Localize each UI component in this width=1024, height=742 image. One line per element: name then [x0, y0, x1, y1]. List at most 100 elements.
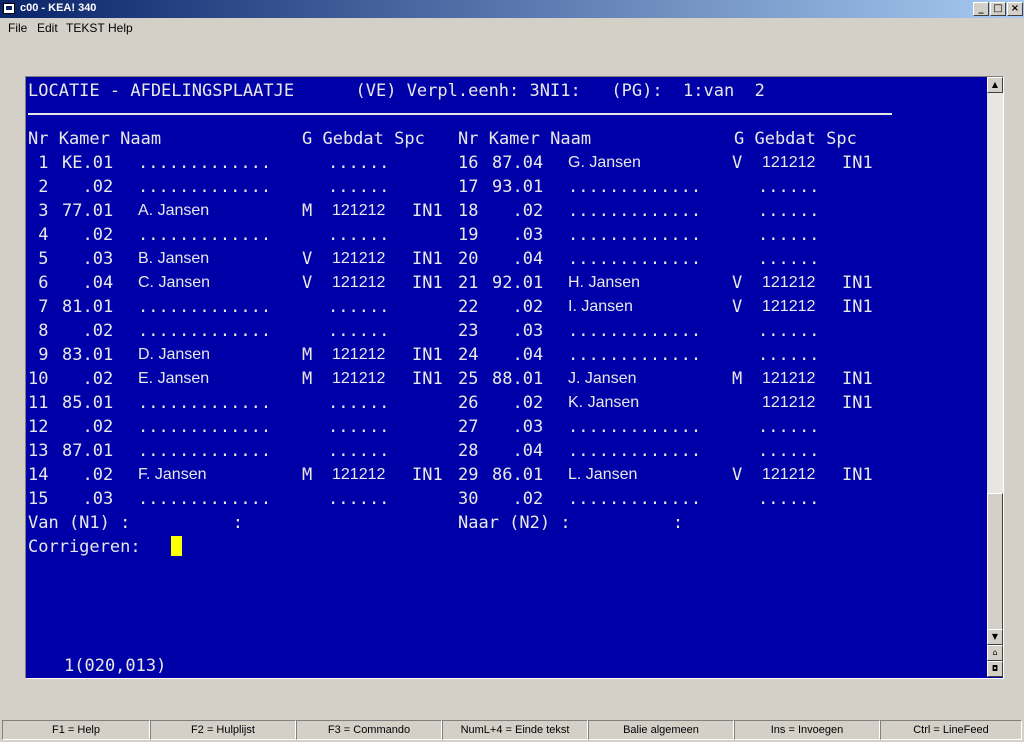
row-geslacht: M	[732, 369, 743, 389]
row-nr: 28	[458, 441, 479, 461]
row-kamer: .02	[492, 297, 544, 317]
row-kamer: .03	[492, 225, 544, 245]
row-naam-empty: .............	[138, 393, 272, 413]
row-gebdat: 121212	[332, 202, 386, 219]
row-kamer: 93.01	[492, 177, 544, 197]
row-nr: 20	[458, 249, 479, 269]
row-geslacht: V	[732, 465, 743, 485]
van-field[interactable]: Van (N1) : :	[28, 513, 243, 533]
menu-bar: File Edit TEKST Help	[0, 18, 1024, 38]
row-naam-empty: .............	[568, 321, 702, 341]
row-naam-empty: .............	[138, 489, 272, 509]
row-gebdat-empty: ......	[758, 441, 820, 461]
scroll-up-button[interactable]: ▲	[987, 77, 1003, 93]
f1-help-key[interactable]: F1 = Help	[2, 720, 150, 740]
row-gebdat-empty: ......	[758, 249, 820, 269]
minimize-button[interactable]: _	[973, 2, 989, 16]
row-geslacht: V	[732, 297, 743, 317]
row-gebdat: 121212	[762, 466, 816, 483]
row-gebdat-empty: ......	[758, 321, 820, 341]
menu-tekst[interactable]: TEKST	[66, 21, 105, 35]
row-geslacht: M	[302, 369, 313, 389]
row-geslacht: V	[302, 273, 313, 293]
row-geslacht: V	[302, 249, 313, 269]
scroll-down-button[interactable]: ▼	[987, 629, 1003, 645]
row-gebdat: 121212	[332, 250, 386, 267]
row-gebdat-empty: ......	[758, 201, 820, 221]
row-naam-empty: .............	[568, 489, 702, 509]
row-naam-empty: .............	[138, 441, 272, 461]
row-kamer: 83.01	[62, 345, 114, 365]
row-naam: C. Jansen	[138, 274, 211, 291]
row-gebdat-empty: ......	[328, 441, 390, 461]
row-naam: F. Jansen	[138, 466, 207, 483]
row-geslacht: V	[732, 153, 743, 173]
row-spc: IN1	[842, 153, 873, 173]
close-button[interactable]: ×	[1007, 2, 1023, 16]
menu-help[interactable]: Help	[108, 21, 133, 35]
row-naam: D. Jansen	[138, 346, 211, 363]
row-kamer: .04	[492, 441, 544, 461]
row-nr: 15	[28, 489, 49, 509]
maximize-button[interactable]: □	[990, 2, 1006, 16]
vertical-scrollbar[interactable]: ▲ ▼ ⌂ ◘	[987, 77, 1003, 677]
column-header-left: Nr Kamer Naam	[28, 129, 162, 149]
row-gebdat-empty: ......	[758, 417, 820, 437]
row-spc: IN1	[412, 273, 443, 293]
balie-algemeen-key[interactable]: Balie algemeen	[588, 720, 734, 740]
text-cursor[interactable]	[171, 536, 182, 556]
row-naam-empty: .............	[138, 321, 272, 341]
menu-file[interactable]: File	[8, 21, 27, 35]
window-title: c00 - KEA! 340	[20, 2, 97, 14]
row-naam-empty: .............	[138, 417, 272, 437]
row-naam-empty: .............	[568, 417, 702, 437]
row-nr: 17	[458, 177, 479, 197]
row-geslacht: M	[302, 345, 313, 365]
row-naam: L. Jansen	[568, 466, 638, 483]
row-spc: IN1	[842, 273, 873, 293]
row-kamer: 86.01	[492, 465, 544, 485]
row-kamer: .02	[62, 465, 114, 485]
f2-hulplijst-key[interactable]: F2 = Hulplijst	[150, 720, 296, 740]
row-kamer: 87.01	[62, 441, 114, 461]
row-spc: IN1	[412, 201, 443, 221]
row-kamer: KE.01	[62, 153, 114, 173]
row-naam: I. Jansen	[568, 298, 633, 315]
terminal-screen[interactable]: LOCATIE - AFDELINGSPLAATJE (VE) Verpl.ee…	[26, 77, 987, 654]
row-naam-empty: .............	[568, 345, 702, 365]
row-nr: 11	[28, 393, 49, 413]
page-down-icon[interactable]: ◘	[987, 661, 1003, 677]
f3-commando-key[interactable]: F3 = Commando	[296, 720, 442, 740]
einde-tekst-key[interactable]: NumL+4 = Einde tekst	[442, 720, 588, 740]
row-nr: 4	[28, 225, 49, 245]
row-kamer: .03	[492, 417, 544, 437]
row-nr: 13	[28, 441, 49, 461]
row-kamer: .04	[62, 273, 114, 293]
row-kamer: .04	[492, 345, 544, 365]
row-naam: G. Jansen	[568, 154, 641, 171]
invoegen-key[interactable]: Ins = Invoegen	[734, 720, 880, 740]
row-geslacht: V	[732, 273, 743, 293]
row-nr: 16	[458, 153, 479, 173]
row-gebdat-empty: ......	[758, 345, 820, 365]
scroll-thumb[interactable]	[987, 493, 1003, 633]
row-kamer: .03	[62, 489, 114, 509]
column-header-right: Nr Kamer Naam	[458, 129, 592, 149]
linefeed-key[interactable]: Ctrl = LineFeed	[880, 720, 1022, 740]
header-divider	[28, 113, 892, 115]
naar-field[interactable]: Naar (N2) : :	[458, 513, 683, 533]
row-kamer: .02	[62, 177, 114, 197]
row-nr: 29	[458, 465, 479, 485]
row-gebdat-empty: ......	[758, 177, 820, 197]
row-naam: H. Jansen	[568, 274, 641, 291]
page-up-icon[interactable]: ⌂	[987, 645, 1003, 661]
row-nr: 23	[458, 321, 479, 341]
row-gebdat: 121212	[332, 274, 386, 291]
row-nr: 22	[458, 297, 479, 317]
title-bar: c00 - KEA! 340 _ □ ×	[0, 0, 1024, 18]
row-gebdat-empty: ......	[328, 177, 390, 197]
menu-edit[interactable]: Edit	[37, 21, 58, 35]
row-kamer: .02	[62, 321, 114, 341]
row-kamer: 92.01	[492, 273, 544, 293]
row-gebdat-empty: ......	[328, 225, 390, 245]
